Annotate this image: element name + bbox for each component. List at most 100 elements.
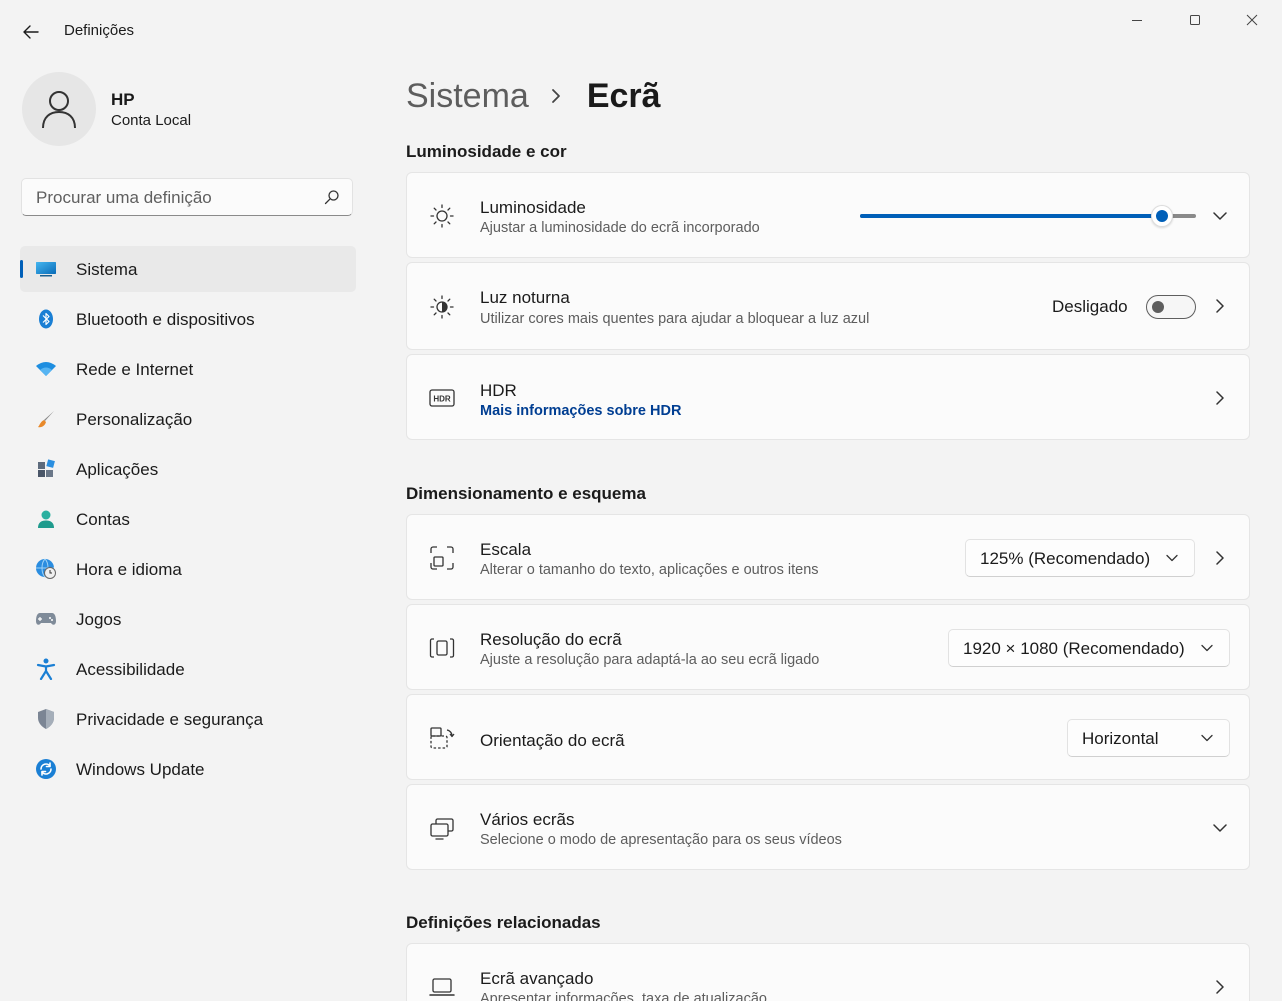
title-bar: Definições	[0, 0, 1282, 60]
scale-dropdown-value: 125% (Recomendado)	[980, 549, 1151, 568]
breadcrumb-parent[interactable]: Sistema	[406, 77, 529, 116]
multi-display-icon	[429, 815, 455, 841]
apps-icon	[35, 459, 57, 479]
chevron-right-icon[interactable]	[1213, 391, 1227, 405]
globe-clock-icon	[35, 558, 57, 579]
search-input[interactable]	[34, 179, 318, 217]
night-light-card[interactable]: Luz noturna Utilizar cores mais quentes …	[406, 262, 1250, 350]
chevron-down-icon	[1201, 642, 1213, 654]
breadcrumb: Sistema Ecrã	[406, 74, 661, 118]
hdr-card[interactable]: HDR HDR Mais informações sobre HDR	[406, 354, 1250, 440]
resolution-dropdown[interactable]: 1920 × 1080 (Recomendado)	[948, 629, 1230, 667]
sidebar-item-label: Rede e Internet	[76, 360, 194, 379]
section-title-related: Definições relacionadas	[406, 913, 601, 932]
page-title: Ecrã	[586, 76, 661, 115]
profile-name: HP	[111, 90, 135, 109]
sidebar-item-jogos[interactable]: Jogos	[20, 596, 356, 642]
sidebar-item-privacidade[interactable]: Privacidade e segurança	[20, 696, 356, 742]
accessibility-icon	[35, 658, 57, 680]
multi-display-card[interactable]: Vários ecrãs Selecione o modo de apresen…	[406, 784, 1250, 870]
sidebar-item-contas[interactable]: Contas	[20, 496, 356, 542]
night-light-icon	[429, 294, 455, 320]
chevron-down-icon	[1166, 552, 1178, 564]
system-icon	[35, 259, 57, 279]
night-light-toggle[interactable]	[1146, 295, 1196, 319]
gamepad-icon	[35, 609, 57, 629]
chevron-down-icon[interactable]	[1213, 209, 1227, 223]
orientation-icon	[429, 725, 455, 751]
scale-dropdown[interactable]: 125% (Recomendado)	[965, 539, 1195, 577]
close-button[interactable]	[1229, 6, 1275, 34]
hdr-info-link[interactable]: Mais informações sobre HDR	[480, 403, 681, 419]
sidebar-item-windows-update[interactable]: Windows Update	[20, 746, 356, 792]
sidebar-item-label: Sistema	[76, 260, 138, 279]
sidebar-item-label: Aplicações	[76, 460, 159, 479]
maximize-icon	[1190, 15, 1200, 25]
active-indicator	[20, 260, 23, 278]
orientation-dropdown-value: Horizontal	[1082, 729, 1159, 748]
shield-icon	[35, 709, 57, 729]
chevron-right-icon[interactable]	[1213, 551, 1227, 565]
brightness-subtitle: Ajustar a luminosidade do ecrã incorpora…	[480, 220, 760, 236]
resolution-dropdown-value: 1920 × 1080 (Recomendado)	[963, 639, 1185, 658]
scale-card[interactable]: Escala Alterar o tamanho do texto, aplic…	[406, 514, 1250, 600]
arrow-left-icon	[23, 25, 39, 39]
brightness-card[interactable]: Luminosidade Ajustar a luminosidade do e…	[406, 172, 1250, 258]
wifi-icon	[35, 359, 57, 379]
back-button[interactable]	[14, 16, 48, 48]
chevron-down-icon	[1201, 732, 1213, 744]
search-icon[interactable]	[324, 189, 340, 205]
scale-icon	[429, 545, 455, 571]
profile-account-type: Conta Local	[111, 112, 192, 129]
sidebar-item-label: Personalização	[76, 410, 193, 429]
advanced-display-subtitle: Apresentar informações, taxa de atualiza…	[480, 991, 767, 1001]
sidebar-item-label: Jogos	[76, 610, 122, 629]
minimize-button[interactable]	[1114, 6, 1160, 34]
app-title: Definições	[64, 22, 135, 39]
chevron-right-icon[interactable]	[1213, 299, 1227, 313]
hdr-title: HDR	[480, 381, 517, 400]
toggle-knob	[1152, 301, 1164, 313]
sidebar-item-label: Bluetooth e dispositivos	[76, 310, 255, 329]
chevron-right-icon[interactable]	[1213, 980, 1227, 994]
minimize-icon	[1132, 20, 1142, 21]
accounts-icon	[35, 509, 57, 529]
scale-title: Escala	[480, 540, 532, 559]
night-light-subtitle: Utilizar cores mais quentes para ajudar …	[480, 311, 870, 327]
sidebar-item-bluetooth[interactable]: Bluetooth e dispositivos	[20, 296, 356, 342]
search-box	[21, 178, 353, 217]
chevron-right-icon	[551, 89, 565, 103]
sidebar-item-hora-idioma[interactable]: Hora e idioma	[20, 546, 356, 592]
close-icon	[1246, 14, 1258, 26]
sidebar-item-label: Contas	[76, 510, 130, 529]
chevron-down-icon[interactable]	[1213, 821, 1227, 835]
avatar	[22, 72, 96, 146]
section-title-scale-layout: Dimensionamento e esquema	[406, 484, 646, 503]
resolution-card[interactable]: Resolução do ecrã Ajuste a resolução par…	[406, 604, 1250, 690]
sidebar-item-label: Hora e idioma	[76, 560, 182, 579]
laptop-icon	[429, 974, 455, 1000]
sidebar-item-label: Privacidade e segurança	[76, 710, 264, 729]
night-light-title: Luz noturna	[480, 288, 570, 307]
sidebar-item-label: Windows Update	[76, 760, 205, 779]
brightness-slider-thumb[interactable]	[1151, 205, 1174, 227]
orientation-dropdown[interactable]: Horizontal	[1067, 719, 1230, 757]
settings-window: Definições HP Conta Local Sistema	[0, 0, 1282, 1001]
maximize-button[interactable]	[1172, 6, 1218, 34]
resolution-title: Resolução do ecrã	[480, 630, 622, 649]
hdr-icon: HDR	[429, 385, 455, 411]
orientation-title: Orientação do ecrã	[480, 731, 625, 750]
sidebar-item-rede[interactable]: Rede e Internet	[20, 346, 356, 392]
sidebar-item-acessibilidade[interactable]: Acessibilidade	[20, 646, 356, 692]
brightness-slider[interactable]	[860, 205, 1196, 227]
resolution-subtitle: Ajuste a resolução para adaptá-la ao seu…	[480, 652, 820, 668]
orientation-card[interactable]: Orientação do ecrã Horizontal	[406, 694, 1250, 780]
advanced-display-title: Ecrã avançado	[480, 969, 594, 988]
sidebar-item-aplicacoes[interactable]: Aplicações	[20, 446, 356, 492]
brightness-slider-fill	[860, 214, 1163, 218]
multi-display-subtitle: Selecione o modo de apresentação para os…	[480, 832, 842, 848]
brush-icon	[35, 409, 57, 429]
advanced-display-card[interactable]: Ecrã avançado Apresentar informações, ta…	[406, 943, 1250, 1001]
sidebar-item-sistema[interactable]: Sistema	[20, 246, 356, 292]
sidebar-item-personalizacao[interactable]: Personalização	[20, 396, 356, 442]
